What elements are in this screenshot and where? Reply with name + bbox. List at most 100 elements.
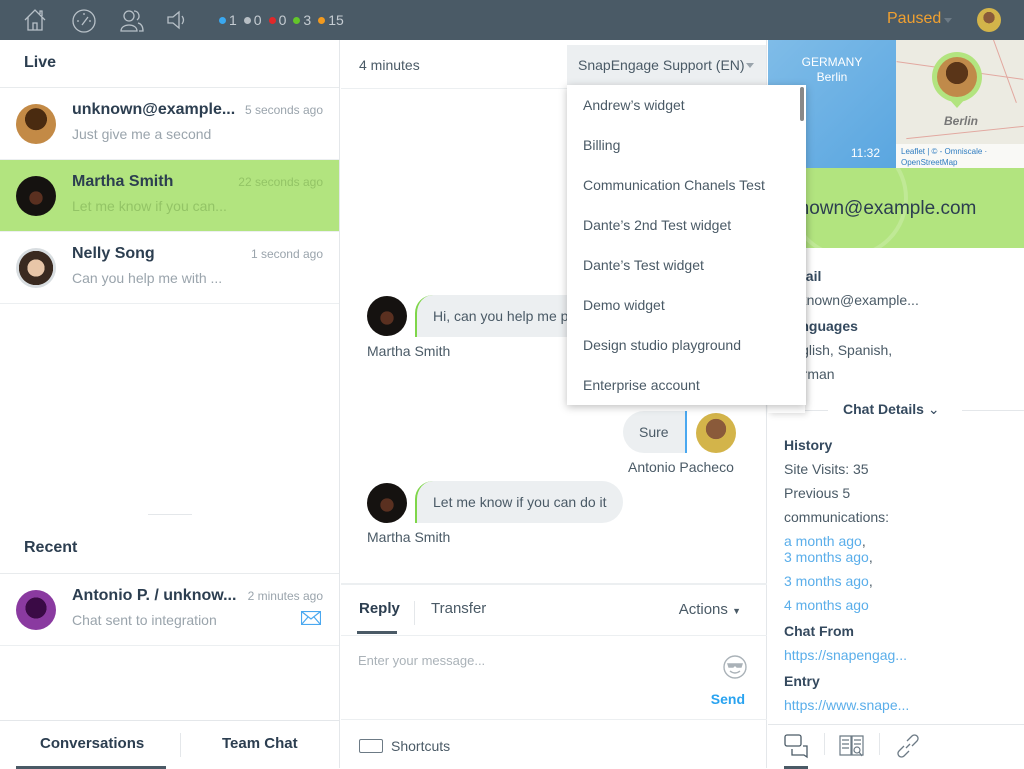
message-input[interactable] [341,635,767,720]
conversation-name: Nelly Song [72,245,155,262]
actions-label: Actions [678,601,728,618]
map-pin-tip [948,98,966,108]
conversation-time: 5 seconds ago [244,103,323,117]
dropdown-scrollbar[interactable] [800,87,804,121]
dropdown-option[interactable]: Dante’s Test widget [567,245,806,285]
previous-communications: Previous 5 [784,485,851,501]
home-icon[interactable] [22,7,48,33]
dropdown-option[interactable]: Dante’s 2nd Test widget [567,205,806,245]
separator: , [868,573,873,589]
users-icon[interactable] [119,7,145,33]
dropdown-option[interactable]: Demo widget [567,285,806,325]
history-link-text[interactable]: a month ago [784,533,862,549]
left-bottom-tabs: Conversations Team Chat [0,720,339,769]
counter-gray: 0 [253,12,262,28]
emoji-icon[interactable] [723,655,747,679]
status-dot-red [268,16,276,24]
dropdown-option[interactable]: Enterprise account [567,365,806,405]
message-bubble-incoming: Let me know if you can do it [415,481,623,523]
recent-section: Recent Antonio P. / unknow... 2 minutes … [0,524,339,646]
widget-dropdown-menu: Andrew’s widget Billing Communication Ch… [567,85,806,405]
send-button[interactable]: Send [711,691,745,707]
link-icon[interactable] [895,733,921,759]
widget-select[interactable]: SnapEngage Support (EN) [567,45,766,85]
knowledge-base-icon[interactable] [839,733,865,759]
dashboard-icon[interactable] [71,7,97,33]
top-bar: 1 0 0 3 15 Paused [0,0,1024,40]
widget-select-value: SnapEngage Support (EN) [578,57,745,73]
conversation-time: 22 seconds ago [238,175,323,189]
right-panel-tabs [768,724,1024,769]
separator: , [868,549,873,565]
counter-green: 3 [303,12,312,28]
chevron-down-icon: ⌄ [927,401,940,417]
tab-reply[interactable]: Reply [359,600,400,617]
avatar [16,176,56,216]
counter-orange: 15 [328,12,344,28]
recent-section-title: Recent [0,524,339,574]
actions-dropdown[interactable]: Actions ▼ [679,601,741,618]
shortcuts-button[interactable]: Shortcuts [359,738,450,754]
chat-details-label: Chat Details [843,401,924,417]
live-section-title: Live [0,40,339,88]
visitor-city: Berlin [816,70,848,84]
message-sender: Antonio Pacheco [628,459,734,475]
tab-divider [414,601,415,625]
tab-transfer[interactable]: Transfer [431,600,486,617]
dropdown-option[interactable]: Communication Chanels Test [567,165,806,205]
tab-divider [180,733,181,757]
history-link-text[interactable]: 3 months ago [784,573,869,589]
conversation-item[interactable]: Antonio P. / unknow... 2 minutes ago Cha… [0,574,339,646]
history-link-text[interactable]: 3 months ago [784,549,869,565]
conversation-name: unknown@example... [72,101,236,118]
site-visits: Site Visits: 35 [784,461,869,477]
conversation-item-active[interactable]: Martha Smith 22 seconds ago Let me know … [0,160,339,232]
visitor-local-time: 11:32 [850,146,880,160]
dropdown-option[interactable]: Design studio playground [567,325,806,365]
history-link[interactable]: 3 months ago, [784,549,873,565]
chat-from-label: Chat From [784,623,854,639]
conversation-preview: Can you help me with ... [72,270,223,286]
conversation-item[interactable]: Nelly Song 1 second ago Can you help me … [0,232,339,304]
avatar [367,296,407,336]
divider [962,410,1024,411]
avatar [937,57,977,97]
tab-team-chat[interactable]: Team Chat [222,735,298,752]
visitor-map[interactable]: Berlin Leaflet | © - Omniscale · OpenStr… [896,40,1024,168]
chat-panel: 4 minutes SnapEngage Support (EN) Andrew… [341,40,806,768]
tab-conversations[interactable]: Conversations [40,735,144,752]
conversation-name: Martha Smith [72,173,174,190]
caret-down-icon [746,63,754,68]
agent-status-dropdown[interactable]: Paused [887,10,941,28]
chat-icon[interactable] [784,733,810,759]
chat-from-link[interactable]: https://snapengag... [784,647,907,663]
entry-link[interactable]: https://www.snape... [784,697,909,713]
status-counters: 1 0 0 3 15 [215,12,344,28]
history-link[interactable]: a month ago, [784,533,866,549]
chat-duration: 4 minutes [359,57,420,73]
avatar [16,104,56,144]
speaker-icon[interactable] [164,7,190,33]
counter-blue: 1 [229,12,237,28]
dropdown-option[interactable]: Andrew’s widget [567,85,806,125]
chat-header: 4 minutes SnapEngage Support (EN) [341,40,766,89]
conversation-preview: Let me know if you can... [72,198,227,214]
conversation-preview: Just give me a second [72,126,212,142]
keyboard-icon [359,739,383,753]
visitor-country: GERMANY [801,55,863,69]
active-tab-indicator [357,631,397,634]
history-link[interactable]: 3 months ago, [784,573,873,589]
dropdown-option[interactable]: Billing [567,125,806,165]
tab-divider [879,733,880,755]
chat-details-toggle[interactable]: Chat Details ⌄ [843,401,940,418]
panel-resize-handle[interactable] [148,514,192,524]
map-attribution[interactable]: Leaflet | © - Omniscale · OpenStreetMap [896,144,1024,168]
conversation-item[interactable]: unknown@example... 5 seconds ago Just gi… [0,88,339,160]
agent-avatar[interactable] [977,8,1001,32]
avatar [367,483,407,523]
history-link[interactable]: 4 months ago [784,597,869,613]
message-sender: Martha Smith [367,529,451,545]
status-dot-green [293,16,301,24]
caret-down-icon[interactable] [944,18,952,23]
conversation-name: Antonio P. / unknow... [72,587,237,604]
